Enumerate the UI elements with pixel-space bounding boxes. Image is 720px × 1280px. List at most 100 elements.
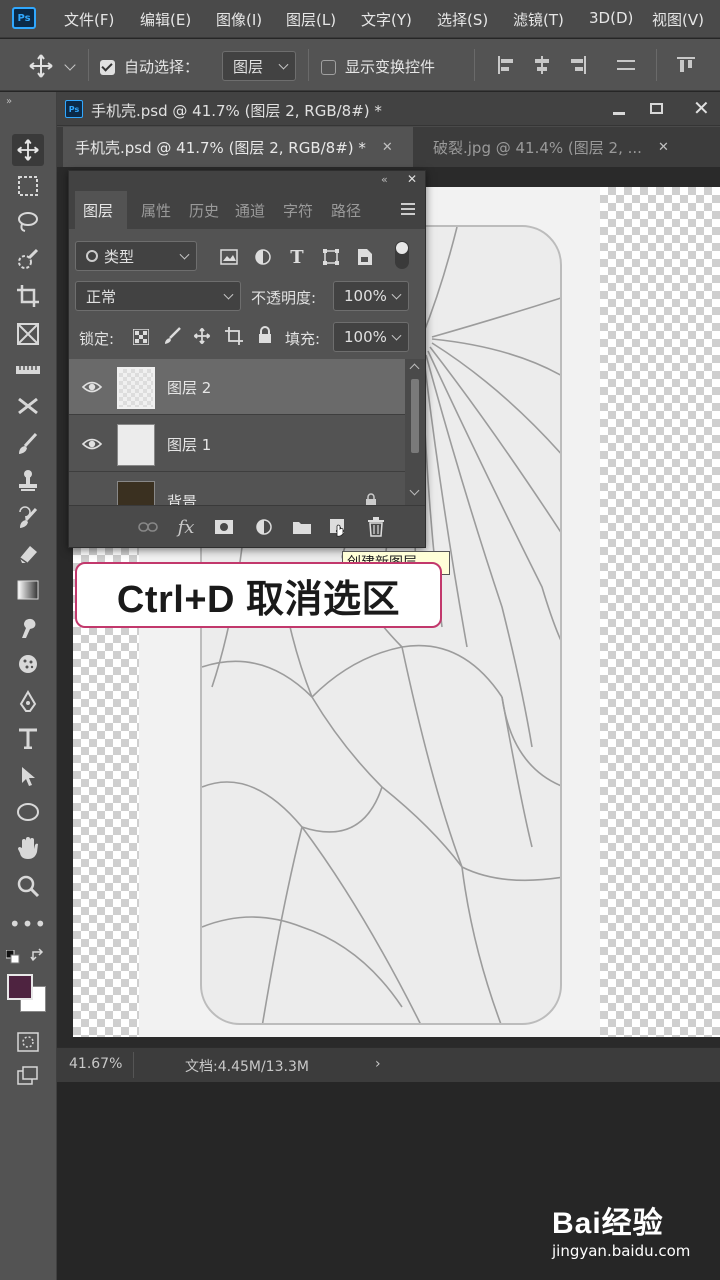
menu-3d[interactable]: 3D(D)	[589, 9, 633, 27]
tab-character[interactable]: 字符	[283, 200, 313, 221]
trash-icon[interactable]	[365, 516, 387, 538]
gradient-tool-icon[interactable]	[12, 574, 44, 606]
menu-type[interactable]: 文字(Y)	[361, 9, 412, 30]
hand-tool-icon[interactable]	[12, 832, 44, 864]
chevron-right-icon[interactable]: ›	[375, 1056, 381, 1072]
screen-mode-icon[interactable]	[12, 1060, 44, 1092]
fill-field[interactable]: 100%	[333, 322, 409, 352]
filter-type-dropdown[interactable]: 类型	[75, 241, 197, 271]
maximize-icon[interactable]	[647, 100, 667, 118]
minimize-icon[interactable]	[609, 100, 629, 118]
filter-shape-icon[interactable]	[319, 245, 343, 269]
link-icon[interactable]	[137, 516, 159, 538]
quick-mask-icon[interactable]	[12, 1026, 44, 1058]
layer-row[interactable]: 背景	[69, 473, 405, 505]
tab-properties[interactable]: 属性	[141, 200, 171, 221]
healing-brush-tool-icon[interactable]	[12, 390, 44, 422]
collapse-icon[interactable]: «	[381, 173, 388, 186]
move-tool-preset-icon[interactable]	[28, 53, 54, 79]
filter-type-icon[interactable]: T	[285, 245, 309, 269]
lock-pixels-icon[interactable]	[163, 327, 181, 345]
lock-all-icon[interactable]	[257, 326, 273, 344]
smudge-tool-icon[interactable]	[12, 612, 44, 644]
align-right-icon[interactable]	[568, 55, 588, 75]
auto-select-target-value: 图层	[233, 57, 264, 76]
new-layer-icon[interactable]	[327, 516, 349, 538]
menu-edit[interactable]: 编辑(E)	[140, 9, 191, 30]
sponge-tool-icon[interactable]	[12, 648, 44, 680]
close-tab-icon[interactable]: ✕	[658, 140, 669, 155]
pen-tool-icon[interactable]	[12, 686, 44, 718]
tab-history[interactable]: 历史	[189, 200, 219, 221]
visibility-eye-icon[interactable]	[81, 377, 103, 397]
collapse-panel-icon[interactable]: »	[6, 96, 12, 107]
chevron-down-icon[interactable]	[64, 59, 76, 71]
lock-label: 锁定:	[79, 330, 115, 348]
folder-icon[interactable]	[291, 516, 313, 538]
zoom-tool-icon[interactable]	[12, 870, 44, 902]
chevron-down-icon[interactable]	[409, 485, 420, 496]
align-center-icon[interactable]	[532, 55, 552, 75]
chevron-up-icon[interactable]	[409, 363, 420, 374]
eraser-tool-icon[interactable]	[12, 538, 44, 570]
scroll-thumb[interactable]	[411, 379, 419, 453]
frame-tool-icon[interactable]	[12, 318, 44, 350]
more-tools-icon[interactable]: •••	[9, 908, 46, 940]
filter-adjustment-icon[interactable]	[251, 245, 275, 269]
panel-menu-icon[interactable]	[401, 203, 415, 215]
tab-paths[interactable]: 路径	[331, 200, 361, 221]
swap-colors-icon[interactable]	[30, 948, 46, 964]
ellipse-tool-icon[interactable]	[12, 796, 44, 828]
mask-icon[interactable]	[213, 516, 235, 538]
align-top-icon[interactable]	[676, 55, 696, 75]
default-colors-icon[interactable]	[5, 949, 20, 964]
tab-layers[interactable]: 图层	[83, 200, 113, 221]
clone-stamp-tool-icon[interactable]	[12, 464, 44, 496]
menu-layer[interactable]: 图层(L)	[286, 9, 336, 30]
opacity-field[interactable]: 100%	[333, 281, 409, 311]
visibility-eye-icon[interactable]	[81, 434, 103, 454]
foreground-color-swatch[interactable]	[7, 974, 33, 1000]
brush-tool-icon[interactable]	[12, 428, 44, 460]
document-size-info[interactable]: 文档:4.45M/13.3M	[185, 1056, 309, 1076]
lasso-tool-icon[interactable]	[12, 206, 44, 238]
lock-transparent-icon[interactable]	[132, 328, 150, 346]
lock-artboard-icon[interactable]	[225, 327, 243, 345]
close-icon[interactable]: ✕	[693, 96, 713, 120]
close-panel-icon[interactable]: ✕	[407, 172, 417, 186]
type-tool-icon[interactable]	[12, 722, 44, 754]
distribute-icon[interactable]	[616, 55, 636, 75]
chevron-down-icon	[278, 59, 289, 70]
filter-toggle-switch[interactable]	[395, 241, 409, 269]
auto-select-checkbox[interactable]	[100, 60, 115, 75]
ruler-tool-icon[interactable]	[12, 354, 44, 386]
marquee-tool-icon[interactable]	[12, 170, 44, 202]
menu-select[interactable]: 选择(S)	[437, 9, 488, 30]
lock-position-icon[interactable]	[193, 327, 211, 345]
layer-row[interactable]: 图层 2	[69, 359, 405, 415]
auto-select-target-dropdown[interactable]: 图层	[222, 51, 296, 81]
menu-filter[interactable]: 滤镜(T)	[513, 9, 564, 30]
align-left-icon[interactable]	[496, 55, 516, 75]
layers-scrollbar[interactable]	[405, 359, 425, 505]
filter-pixel-icon[interactable]	[217, 245, 241, 269]
adjustment-icon[interactable]	[253, 516, 275, 538]
layer-row[interactable]: 图层 1	[69, 416, 405, 472]
tab-phone-case[interactable]: 手机壳.psd @ 41.7% (图层 2, RGB/8#) * ✕	[63, 127, 413, 167]
menu-file[interactable]: 文件(F)	[64, 9, 114, 30]
menu-image[interactable]: 图像(I)	[216, 9, 262, 30]
zoom-level[interactable]: 41.67%	[69, 1056, 122, 1072]
show-transform-checkbox[interactable]	[321, 60, 336, 75]
history-brush-tool-icon[interactable]	[12, 502, 44, 534]
menu-view[interactable]: 视图(V)	[652, 9, 704, 30]
move-tool-icon[interactable]	[12, 134, 44, 166]
filter-smart-object-icon[interactable]	[353, 245, 377, 269]
fx-icon[interactable]: fx	[175, 516, 197, 538]
crop-tool-icon[interactable]	[12, 280, 44, 312]
tab-crack-image[interactable]: 破裂.jpg @ 41.4% (图层 2, ... ✕	[421, 127, 711, 167]
close-tab-icon[interactable]: ✕	[382, 140, 393, 155]
blend-mode-dropdown[interactable]: 正常	[75, 281, 241, 311]
path-selection-tool-icon[interactable]	[12, 760, 44, 792]
quick-select-tool-icon[interactable]	[12, 244, 44, 276]
tab-channels[interactable]: 通道	[235, 200, 265, 221]
